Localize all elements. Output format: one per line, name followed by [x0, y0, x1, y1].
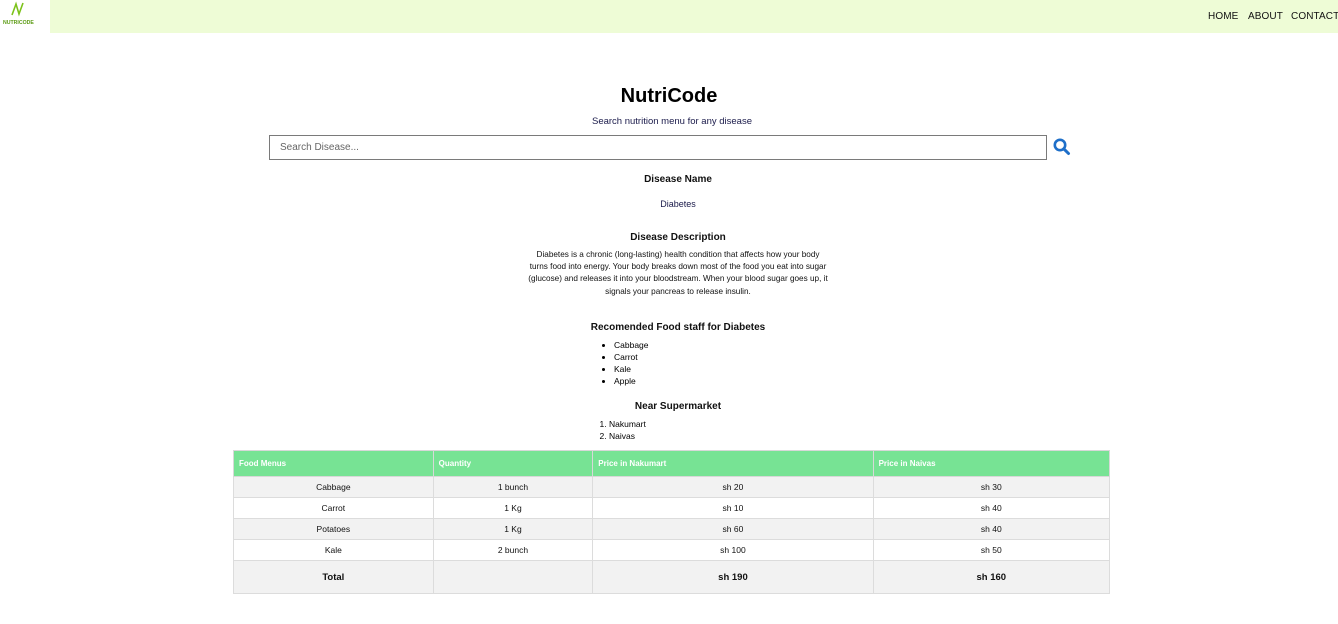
recommended-food-heading: Recomended Food staff for Diabetes — [590, 322, 766, 333]
table-cell: sh 50 — [872, 539, 1111, 561]
svg-text:NUTRICODE: NUTRICODE — [3, 20, 34, 26]
search-input[interactable] — [269, 135, 1047, 160]
logo[interactable]: NUTRICODE — [0, 0, 50, 33]
nav-home-link[interactable]: HOME — [1208, 11, 1238, 22]
near-supermarket-heading: Near Supermarket — [634, 401, 722, 412]
table-row: Cabbage 1 bunch sh 20 sh 30 — [233, 476, 1111, 498]
list-item: Nakumart — [609, 418, 646, 430]
search-button[interactable] — [1052, 137, 1072, 157]
page-subtitle: Search nutrition menu for any disease — [591, 116, 752, 127]
price-table: Food Menus Quantity Price in Nakumart Pr… — [233, 450, 1111, 594]
disease-description: Diabetes is a chronic (long-lasting) hea… — [528, 250, 828, 296]
table-header-row: Food Menus Quantity Price in Nakumart Pr… — [233, 450, 1111, 477]
table-cell: 1 Kg — [432, 497, 594, 519]
search-icon — [1053, 138, 1070, 155]
nav-about-link[interactable]: ABOUT — [1248, 11, 1283, 22]
recommended-food-list: Cabbage Carrot Kale Apple — [598, 339, 649, 387]
list-item: Cabbage — [614, 339, 649, 351]
column-header-price-nakumart: Price in Nakumart — [592, 450, 874, 477]
list-item: Apple — [614, 375, 649, 387]
column-header-food: Food Menus — [233, 450, 434, 477]
disease-name-heading: Disease Name — [644, 174, 712, 185]
table-row: Carrot 1 Kg sh 10 sh 40 — [233, 497, 1111, 519]
table-cell: Carrot — [233, 497, 434, 519]
table-total-row: Total sh 190 sh 160 — [233, 560, 1111, 594]
column-header-quantity: Quantity — [432, 450, 594, 477]
table-cell: Kale — [233, 539, 434, 561]
list-item: Naivas — [609, 430, 646, 442]
total-label: Total — [233, 560, 434, 594]
table-cell: Cabbage — [233, 476, 434, 498]
table-row: Potatoes 1 Kg sh 60 sh 40 — [233, 518, 1111, 540]
table-cell — [432, 560, 594, 594]
top-navbar: NUTRICODE HOME ABOUT CONTACTS — [0, 0, 1338, 33]
table-cell: Potatoes — [233, 518, 434, 540]
total-nakumart: sh 190 — [592, 560, 874, 594]
disease-description-heading: Disease Description — [630, 232, 726, 243]
disease-name: Diabetes — [660, 199, 696, 209]
table-cell: sh 40 — [872, 497, 1111, 519]
list-item: Carrot — [614, 351, 649, 363]
table-cell: sh 100 — [592, 539, 874, 561]
nav-contacts-link[interactable]: CONTACTS — [1291, 11, 1338, 22]
page-title: NutriCode — [620, 85, 718, 107]
table-cell: sh 60 — [592, 518, 874, 540]
table-cell: sh 30 — [872, 476, 1111, 498]
table-cell: sh 40 — [872, 518, 1111, 540]
table-cell: 1 Kg — [432, 518, 594, 540]
table-cell: sh 10 — [592, 497, 874, 519]
logo-icon: NUTRICODE — [3, 1, 34, 26]
table-cell: 2 bunch — [432, 539, 594, 561]
total-naivas: sh 160 — [872, 560, 1111, 594]
table-cell: 1 bunch — [432, 476, 594, 498]
table-row: Kale 2 bunch sh 100 sh 50 — [233, 539, 1111, 561]
supermarket-list: Nakumart Naivas — [594, 418, 646, 442]
column-header-price-naivas: Price in Naivas — [872, 450, 1111, 477]
list-item: Kale — [614, 363, 649, 375]
table-cell: sh 20 — [592, 476, 874, 498]
